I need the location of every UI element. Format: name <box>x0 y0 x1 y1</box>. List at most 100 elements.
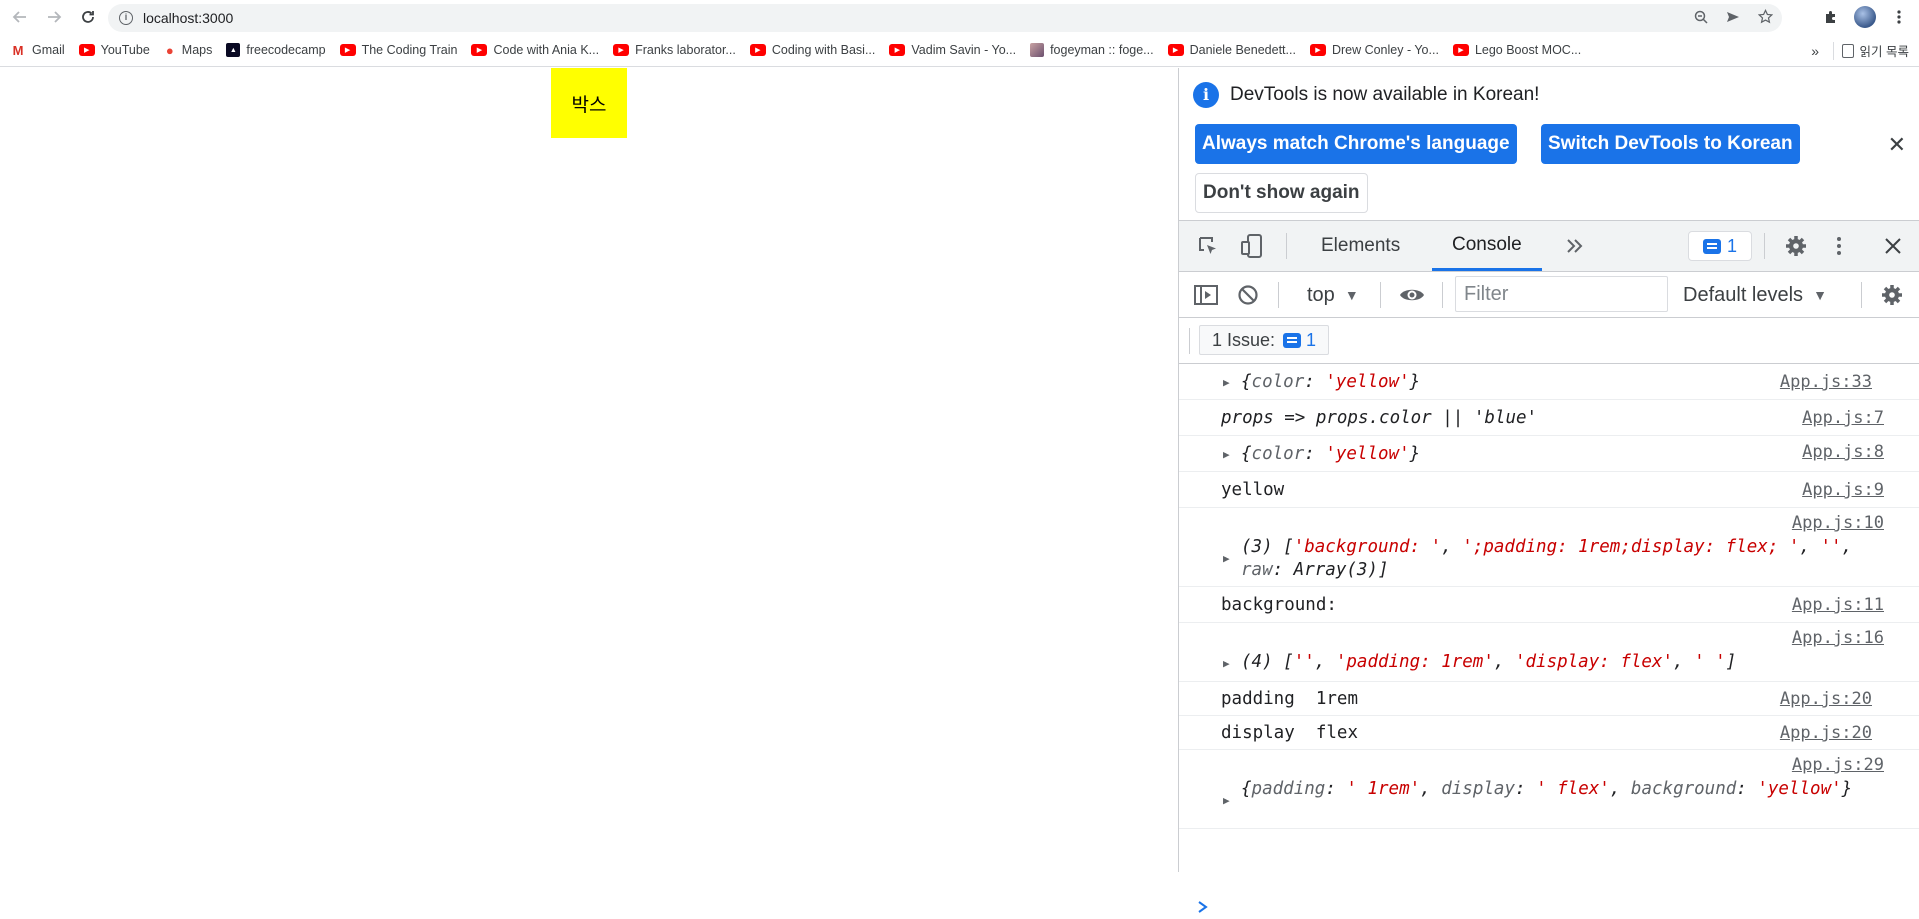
expand-triangle-icon[interactable]: ▶ <box>1223 657 1230 670</box>
bookmark-coding-with-basi[interactable]: ▶ Coding with Basi... <box>749 43 875 57</box>
console-row: App.js:16 ▶ (4) ['', 'padding: 1rem', 'd… <box>1179 623 1919 682</box>
browser-toolbar: i localhost:3000 <box>0 0 1919 34</box>
more-tabs-icon[interactable] <box>1561 221 1589 271</box>
reading-list-button[interactable]: 읽기 목록 <box>1832 34 1909 67</box>
console-row: App.js:10 ▶ (3) ['background: ', ';paddi… <box>1179 508 1919 587</box>
source-link[interactable]: App.js:20 <box>1780 723 1872 743</box>
close-devtools-icon[interactable] <box>1879 221 1907 271</box>
dropdown-arrow-icon: ▼ <box>1344 287 1359 303</box>
dont-show-again-button[interactable]: Don't show again <box>1195 173 1368 213</box>
address-bar[interactable]: i localhost:3000 <box>108 4 1782 32</box>
issues-chip[interactable]: 1 Issue: 1 <box>1199 325 1330 355</box>
source-link[interactable]: App.js:9 <box>1802 480 1884 500</box>
page-viewport: 박스 <box>0 68 1178 872</box>
message-icon <box>1283 332 1302 348</box>
source-link[interactable]: App.js:33 <box>1780 372 1872 392</box>
bookmark-fogeyman[interactable]: fogeyman :: foge... <box>1030 43 1154 57</box>
zoom-icon[interactable] <box>1690 10 1712 27</box>
expand-triangle-icon[interactable]: ▶ <box>1223 794 1230 807</box>
sidebar-toggle-icon[interactable] <box>1191 272 1221 318</box>
youtube-icon: ▶ <box>1452 44 1469 56</box>
youtube-icon: ▶ <box>78 44 95 56</box>
devtools-menu-icon[interactable] <box>1827 221 1851 271</box>
bookmark-coding-train[interactable]: ▶ The Coding Train <box>339 43 457 57</box>
expand-triangle-icon[interactable]: ▶ <box>1223 552 1230 565</box>
youtube-icon: ▶ <box>339 44 356 56</box>
bookmark-gmail[interactable]: M Gmail <box>10 43 65 58</box>
bookmark-lego-boost[interactable]: ▶ Lego Boost MOC... <box>1452 43 1581 57</box>
browser-menu-icon[interactable] <box>1885 3 1913 31</box>
console-messages: ▶ {color: 'yellow'} App.js:33 props => p… <box>1179 364 1919 829</box>
youtube-icon: ▶ <box>1167 44 1184 56</box>
youtube-icon: ▶ <box>889 44 906 56</box>
language-infobar: i DevTools is now available in Korean! ✕… <box>1179 68 1919 220</box>
youtube-icon: ▶ <box>749 44 766 56</box>
bookmarks-overflow-button[interactable]: » <box>1811 34 1819 67</box>
settings-gear-icon[interactable] <box>1779 221 1813 271</box>
bookmark-drew-conley[interactable]: ▶ Drew Conley - Yo... <box>1309 43 1439 57</box>
bookmark-daniele-benedetti[interactable]: ▶ Daniele Benedett... <box>1167 43 1296 57</box>
freecodecamp-icon: ▲ <box>226 43 241 57</box>
switch-to-korean-button[interactable]: Switch DevTools to Korean <box>1541 124 1800 164</box>
always-match-language-button[interactable]: Always match Chrome's language <box>1195 124 1517 164</box>
back-arrow-icon[interactable] <box>6 3 34 31</box>
info-icon: i <box>1193 82 1219 108</box>
source-link[interactable]: App.js:10 <box>1792 513 1884 533</box>
devtools-tab-bar: Elements Console 1 <box>1179 220 1919 272</box>
console-row: ▶ {color: 'yellow'} App.js:8 <box>1179 436 1919 472</box>
device-toolbar-icon[interactable] <box>1237 221 1267 271</box>
context-selector[interactable]: top ▼ <box>1307 280 1359 310</box>
message-icon <box>1702 238 1721 254</box>
console-row: background: App.js:11 <box>1179 587 1919 623</box>
maps-icon: ● <box>165 42 174 58</box>
console-settings-gear-icon[interactable] <box>1875 272 1909 318</box>
inspect-element-icon[interactable] <box>1193 221 1223 271</box>
devtools-panel: i DevTools is now available in Korean! ✕… <box>1178 68 1919 913</box>
source-link[interactable]: App.js:20 <box>1780 689 1872 709</box>
divider <box>1442 282 1443 308</box>
console-row: padding 1rem App.js:20 <box>1179 682 1919 716</box>
bookmark-franks-laboratory[interactable]: ▶ Franks laborator... <box>613 43 736 57</box>
infobar-close-icon[interactable]: ✕ <box>1888 132 1906 158</box>
bookmark-youtube[interactable]: ▶ YouTube <box>78 43 150 57</box>
divider <box>1286 233 1287 259</box>
site-info-icon[interactable]: i <box>119 11 133 25</box>
console-prompt-chevron-icon[interactable] <box>1197 898 1209 919</box>
bookmark-freecodecamp[interactable]: ▲ freecodecamp <box>226 43 326 57</box>
console-row: display flex App.js:20 <box>1179 716 1919 750</box>
console-row: ▶ {color: 'yellow'} App.js:33 <box>1179 364 1919 400</box>
issues-bar: 1 Issue: 1 <box>1179 318 1919 364</box>
extensions-icon[interactable] <box>1817 3 1845 31</box>
reload-icon[interactable] <box>74 3 102 31</box>
source-link[interactable]: App.js:29 <box>1792 755 1884 775</box>
log-levels-dropdown[interactable]: Default levels ▼ <box>1683 280 1827 310</box>
source-link[interactable]: App.js:8 <box>1802 442 1884 462</box>
bookmark-maps[interactable]: ● Maps <box>164 42 213 58</box>
reading-list-icon <box>1841 43 1854 58</box>
bookmark-vadim-savin[interactable]: ▶ Vadim Savin - Yo... <box>889 43 1016 57</box>
tab-console[interactable]: Console <box>1432 221 1542 271</box>
dropdown-arrow-icon: ▼ <box>1813 287 1827 303</box>
yellow-box: 박스 <box>551 68 627 138</box>
issues-counter-button[interactable]: 1 <box>1688 231 1752 261</box>
send-icon[interactable] <box>1722 10 1744 27</box>
tab-elements[interactable]: Elements <box>1321 221 1400 271</box>
filter-input[interactable]: Filter <box>1455 276 1668 312</box>
youtube-icon: ▶ <box>471 44 488 56</box>
bookmark-star-icon[interactable] <box>1754 8 1776 27</box>
console-row: App.js:29 ▶ {padding: ' 1rem', display: … <box>1179 750 1919 829</box>
site-icon <box>1030 43 1045 57</box>
source-link[interactable]: App.js:7 <box>1802 408 1884 428</box>
bookmark-code-with-ania[interactable]: ▶ Code with Ania K... <box>471 43 599 57</box>
expand-triangle-icon[interactable]: ▶ <box>1223 448 1230 461</box>
divider <box>1764 233 1765 259</box>
clear-console-icon[interactable] <box>1233 272 1263 318</box>
source-link[interactable]: App.js:11 <box>1792 595 1884 615</box>
console-row: yellow App.js:9 <box>1179 472 1919 508</box>
live-expression-eye-icon[interactable] <box>1395 272 1429 318</box>
forward-arrow-icon[interactable] <box>40 3 68 31</box>
expand-triangle-icon[interactable]: ▶ <box>1223 376 1230 389</box>
profile-avatar[interactable] <box>1851 3 1879 31</box>
source-link[interactable]: App.js:16 <box>1792 628 1884 648</box>
console-toolbar: top ▼ Filter Default levels ▼ <box>1179 272 1919 318</box>
